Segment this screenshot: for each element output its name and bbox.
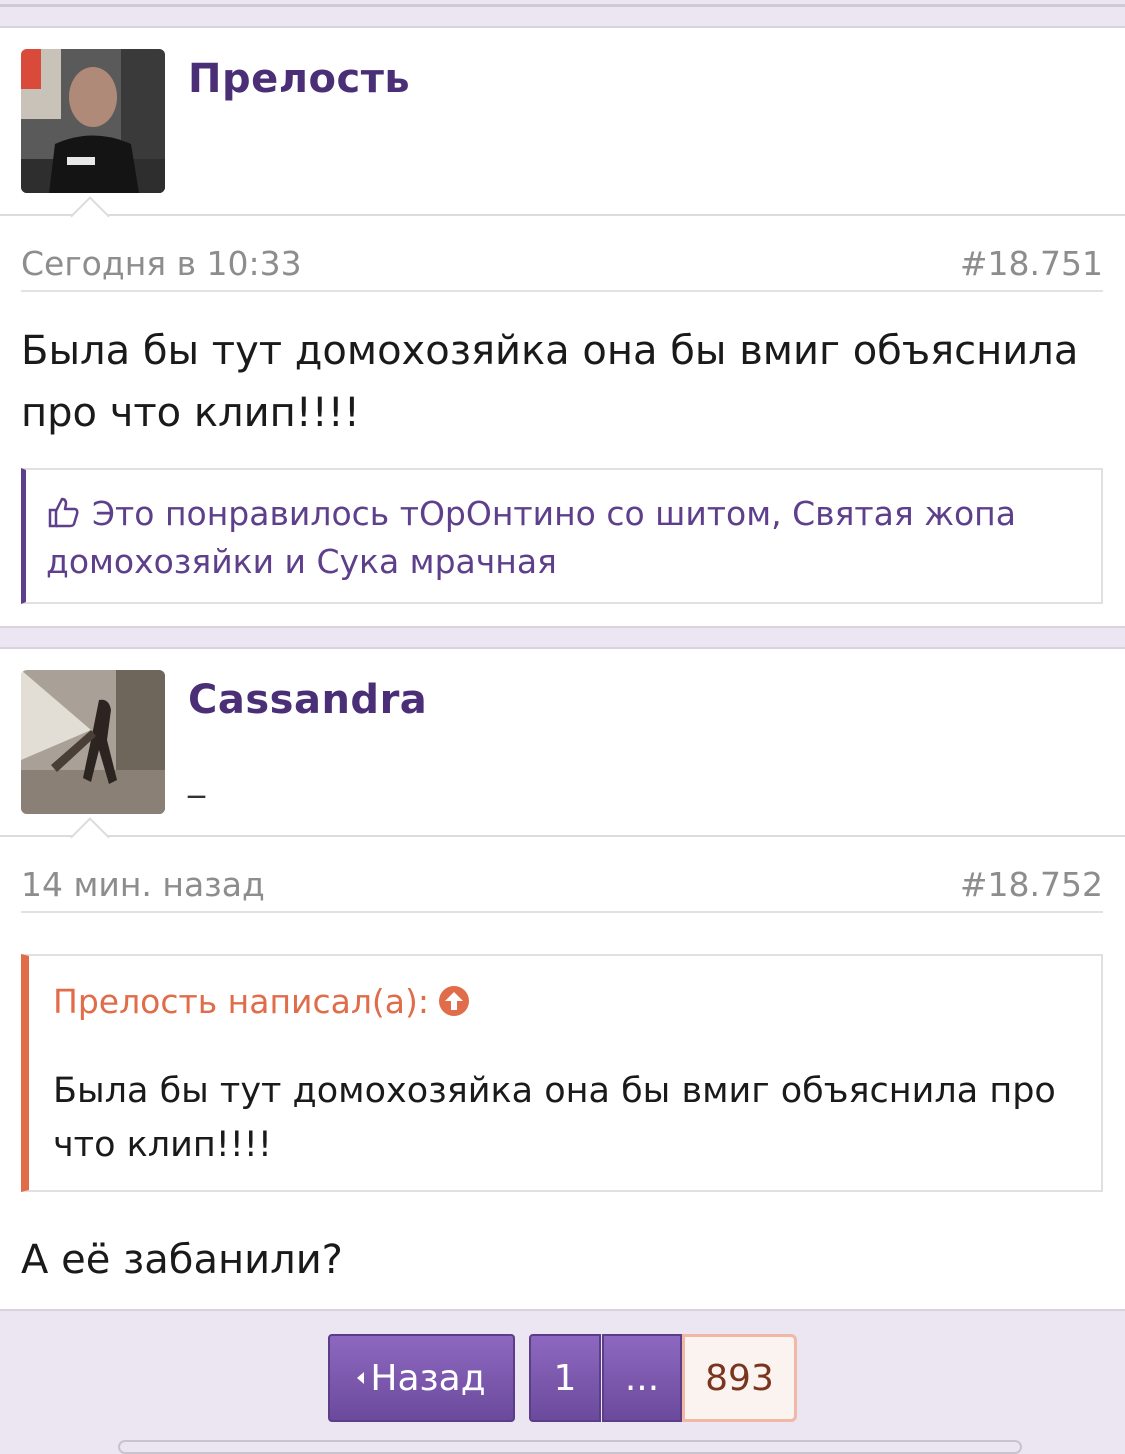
quote-block: Прелость написал(а): Была бы тут домохоз… <box>21 954 1103 1192</box>
post-number[interactable]: #18.751 <box>960 244 1103 283</box>
post-meta: 14 мин. назад #18.752 <box>21 865 1103 913</box>
pager-back-label: Назад <box>370 1357 486 1399</box>
likes-text[interactable]: Это понравилось тОрОнтино со шитом, Свят… <box>46 494 1016 581</box>
chevron-left-icon <box>357 1372 365 1384</box>
post-18752: Cassandra _ 14 мин. назад #18.752 Прелос… <box>0 647 1125 1311</box>
post-date[interactable]: Сегодня в 10:33 <box>21 244 302 283</box>
avatar[interactable] <box>21 670 165 814</box>
pager-page-1[interactable]: 1 <box>529 1334 601 1422</box>
post-message: Была бы тут домохозяйка она бы вмиг объя… <box>21 328 1079 436</box>
post-18751: Прелость Сегодня в 10:33 #18.751 Была бы… <box>0 26 1125 628</box>
likes-summary: Это понравилось тОрОнтино со шитом, Свят… <box>21 468 1103 604</box>
avatar[interactable] <box>21 49 165 193</box>
bottom-bar <box>118 1440 1022 1454</box>
quote-text: Была бы тут домохозяйка она бы вмиг объя… <box>53 1071 1056 1165</box>
quote-author[interactable]: Прелость написал(а): <box>53 982 429 1021</box>
user-title: _ <box>188 759 205 799</box>
arrow-up-circle-icon[interactable] <box>437 984 471 1018</box>
speech-arrow <box>70 196 110 236</box>
post-message: А её забанили? <box>21 1237 343 1283</box>
post-meta: Сегодня в 10:33 #18.751 <box>21 244 1103 292</box>
pager-back-button[interactable]: Назад <box>328 1334 515 1422</box>
username[interactable]: Прелость <box>188 56 410 102</box>
thumbs-up-icon <box>48 497 79 528</box>
top-divider <box>0 4 1125 7</box>
pager-current-page: 893 <box>682 1334 797 1422</box>
avatar-image <box>21 670 165 814</box>
quote-header[interactable]: Прелость написал(а): <box>53 982 471 1021</box>
username[interactable]: Cassandra <box>188 677 427 723</box>
avatar-image <box>21 49 165 193</box>
post-date[interactable]: 14 мин. назад <box>21 865 265 904</box>
header-separator <box>0 835 1125 837</box>
header-separator <box>0 214 1125 216</box>
speech-arrow <box>70 817 110 857</box>
post-number[interactable]: #18.752 <box>960 865 1103 904</box>
pager-dots[interactable]: ... <box>602 1334 682 1422</box>
